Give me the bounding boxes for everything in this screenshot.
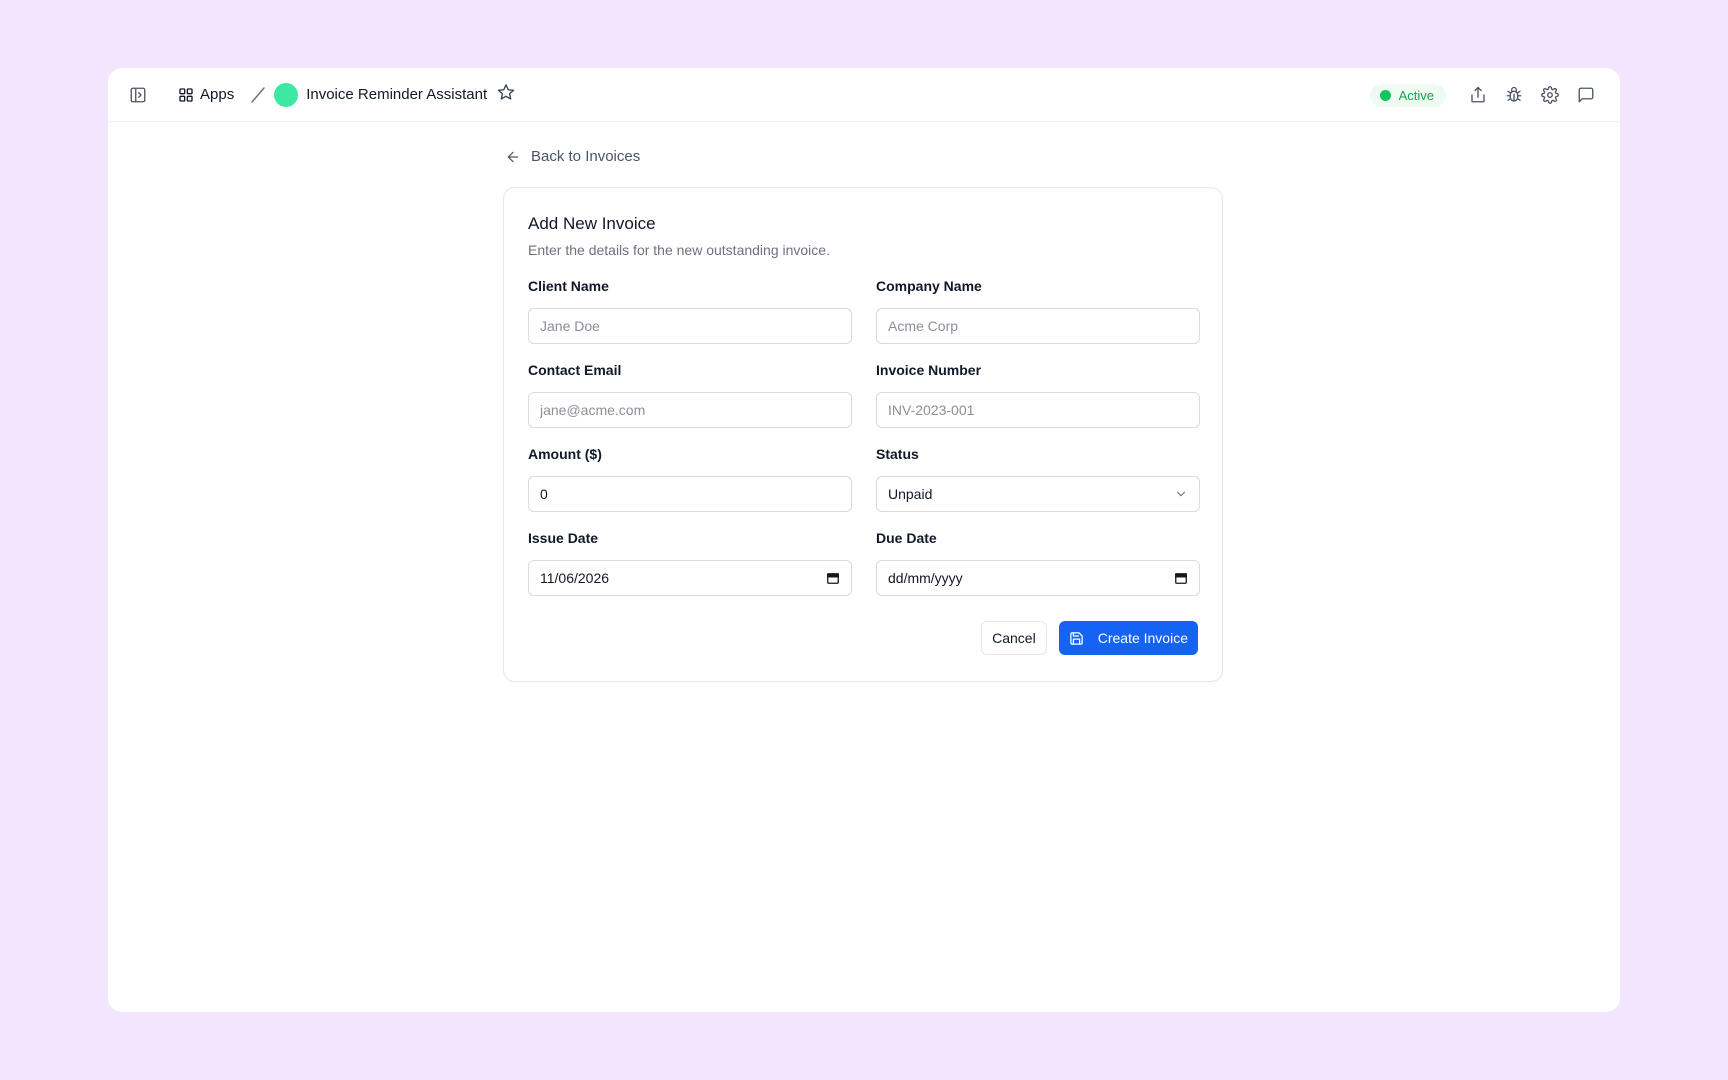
breadcrumb-separator: [251, 86, 265, 103]
gear-icon[interactable]: [1536, 81, 1564, 109]
amount-field: Amount ($): [528, 446, 852, 512]
status-select[interactable]: Unpaid: [876, 476, 1200, 512]
create-invoice-button[interactable]: Create Invoice: [1058, 621, 1198, 655]
chat-icon[interactable]: [1572, 81, 1600, 109]
due-date-field: Due Date dd/mm/yyyy: [876, 530, 1200, 596]
calendar-icon[interactable]: [1174, 571, 1188, 585]
add-invoice-card: Add New Invoice Enter the details for th…: [503, 187, 1223, 682]
issue-date-value: 11/06/2026: [540, 570, 610, 586]
app-title: Invoice Reminder Assistant: [306, 86, 488, 103]
invoice-form: Client Name Company Name Contact Email I…: [528, 278, 1200, 614]
issue-date-input[interactable]: 11/06/2026: [528, 560, 852, 596]
client-name-input[interactable]: [528, 308, 852, 344]
amount-label: Amount ($): [528, 446, 602, 462]
apps-link[interactable]: Apps: [178, 86, 234, 103]
card-title: Add New Invoice: [528, 214, 656, 233]
company-name-field: Company Name: [876, 278, 1200, 344]
status-badge: Active: [1369, 83, 1446, 107]
apps-grid-icon: [179, 87, 193, 102]
issue-date-label: Issue Date: [528, 530, 599, 546]
status-dot: [1379, 89, 1391, 101]
contact-email-label: Contact Email: [528, 362, 622, 378]
save-icon: [1069, 631, 1083, 645]
issue-date-field: Issue Date 11/06/2026: [528, 530, 852, 596]
chevron-down-icon: [1176, 491, 1186, 497]
bug-icon[interactable]: [1500, 81, 1528, 109]
status-field: Status Unpaid: [876, 446, 1200, 512]
due-date-label: Due Date: [876, 530, 937, 546]
company-name-label: Company Name: [876, 278, 982, 294]
star-icon[interactable]: [497, 83, 515, 106]
contact-email-input[interactable]: [528, 392, 852, 428]
sidebar-toggle-icon[interactable]: [124, 81, 152, 109]
form-actions: Cancel Create Invoice: [528, 621, 1198, 655]
arrow-left-icon: [507, 151, 519, 162]
client-name-field: Client Name: [528, 278, 852, 344]
cancel-button[interactable]: Cancel: [981, 621, 1047, 655]
back-link-label: Back to Invoices: [531, 148, 641, 165]
due-date-input[interactable]: dd/mm/yyyy: [876, 560, 1200, 596]
client-name-label: Client Name: [528, 278, 609, 294]
back-to-invoices-link[interactable]: Back to Invoices: [503, 148, 1223, 165]
status-label: Active: [1398, 87, 1434, 103]
app-window: Apps Invoice Reminder Assistant Active B…: [108, 68, 1620, 1012]
main-content: Back to Invoices Add New Invoice Enter t…: [503, 148, 1223, 682]
top-bar: Apps Invoice Reminder Assistant Active: [108, 68, 1620, 122]
amount-input[interactable]: [528, 476, 852, 512]
status-selected-value: Unpaid: [888, 486, 933, 502]
apps-label: Apps: [200, 86, 235, 103]
calendar-icon[interactable]: [826, 571, 840, 585]
due-date-value: dd/mm/yyyy: [888, 570, 963, 586]
create-invoice-label: Create Invoice: [1097, 630, 1188, 646]
company-name-input[interactable]: [876, 308, 1200, 344]
topbar-actions: Active: [1369, 81, 1600, 109]
invoice-number-field: Invoice Number: [876, 362, 1200, 428]
app-avatar: [274, 82, 299, 107]
status-label: Status: [876, 446, 919, 462]
invoice-number-input[interactable]: [876, 392, 1200, 428]
invoice-number-label: Invoice Number: [876, 362, 982, 378]
share-icon[interactable]: [1464, 81, 1492, 109]
contact-email-field: Contact Email: [528, 362, 852, 428]
card-subtitle: Enter the details for the new outstandin…: [528, 242, 830, 258]
